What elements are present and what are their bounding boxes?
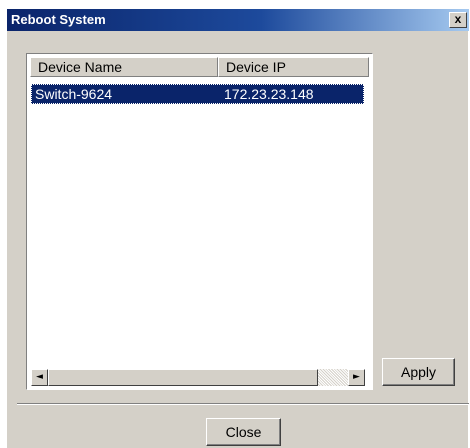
close-icon[interactable]: x [449,12,467,28]
window-title: Reboot System [11,12,106,27]
title-bar[interactable]: Reboot System x [7,9,469,31]
close-button[interactable]: Close [206,418,281,446]
column-header-device-name[interactable]: Device Name [30,57,218,77]
apply-button[interactable]: Apply [382,358,455,386]
scroll-left-icon[interactable]: ◄ [31,369,48,386]
device-table[interactable]: Device Name Device IP Switch-9624 172.23… [26,53,373,390]
device-name-cell: Switch-9624 [35,86,113,102]
scroll-thumb[interactable] [48,369,318,386]
table-row[interactable]: Switch-9624 172.23.23.148 [31,84,364,104]
scroll-track[interactable] [318,369,348,386]
horizontal-scrollbar[interactable]: ◄ ► [31,369,365,386]
scroll-right-icon[interactable]: ► [348,369,365,386]
reboot-system-dialog: Reboot System x Device Name Device IP Sw… [6,8,469,448]
column-header-device-ip[interactable]: Device IP [218,57,369,77]
separator-line [17,403,469,405]
device-ip-cell: 172.23.23.148 [224,86,314,102]
